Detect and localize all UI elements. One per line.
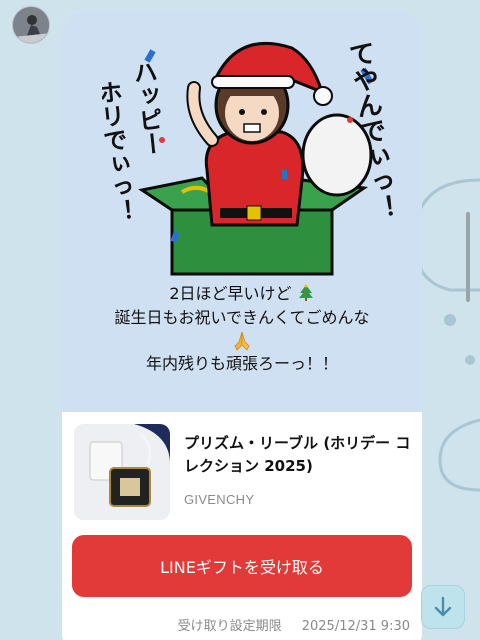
scroll-to-bottom-button[interactable] xyxy=(421,585,465,629)
receive-gift-button[interactable]: LINEギフトを受け取る xyxy=(72,535,412,597)
message-line-1: 2日ほど早いけど xyxy=(169,284,292,303)
deadline-value: 2025/12/31 9:30 xyxy=(301,619,410,634)
product-name: プリズム・リーブル (ホリデー コレクション 2025) xyxy=(184,434,411,475)
deadline-label: 受け取り設定期限 xyxy=(177,619,282,634)
gift-message: 2日ほど早いけど 誕生日もお祝いできんくてごめんな 年内残りも頑張ろーっ！！ xyxy=(62,282,422,376)
product-thumbnail xyxy=(74,424,170,520)
santa-sticker: てやんでぃっ！ ハッピー ホリでぃっ！ xyxy=(102,39,398,276)
sticker-text-left-1: ハッピー xyxy=(128,59,166,157)
card-header-area: てやんでぃっ！ ハッピー ホリでぃっ！ 2日ほど早いけど 誕生日もお祝いできんく… xyxy=(62,12,422,412)
gift-message-card: てやんでぃっ！ ハッピー ホリでぃっ！ 2日ほど早いけど 誕生日もお祝いできんく… xyxy=(62,12,422,640)
product-brand: GIVENCHY xyxy=(184,492,255,507)
arrow-down-icon xyxy=(434,596,452,617)
receive-deadline: 受け取り設定期限 2025/12/31 9:30 xyxy=(62,615,422,634)
sticker-text-left-2: ホリでぃっ！ xyxy=(102,79,136,225)
gift-product[interactable]: プリズム・リーブル (ホリデー コレクション 2025) GIVENCHY xyxy=(62,412,422,522)
sender-avatar[interactable] xyxy=(12,6,50,44)
folded-hands-icon xyxy=(234,331,250,351)
message-line-3: 年内残りも頑張ろーっ！！ xyxy=(145,354,338,373)
message-line-2: 誕生日もお祝いできんくてごめんな xyxy=(114,308,370,327)
scrollbar[interactable] xyxy=(466,212,470,302)
christmas-tree-icon xyxy=(298,284,313,301)
product-image xyxy=(74,424,170,520)
avatar-image xyxy=(13,7,49,43)
